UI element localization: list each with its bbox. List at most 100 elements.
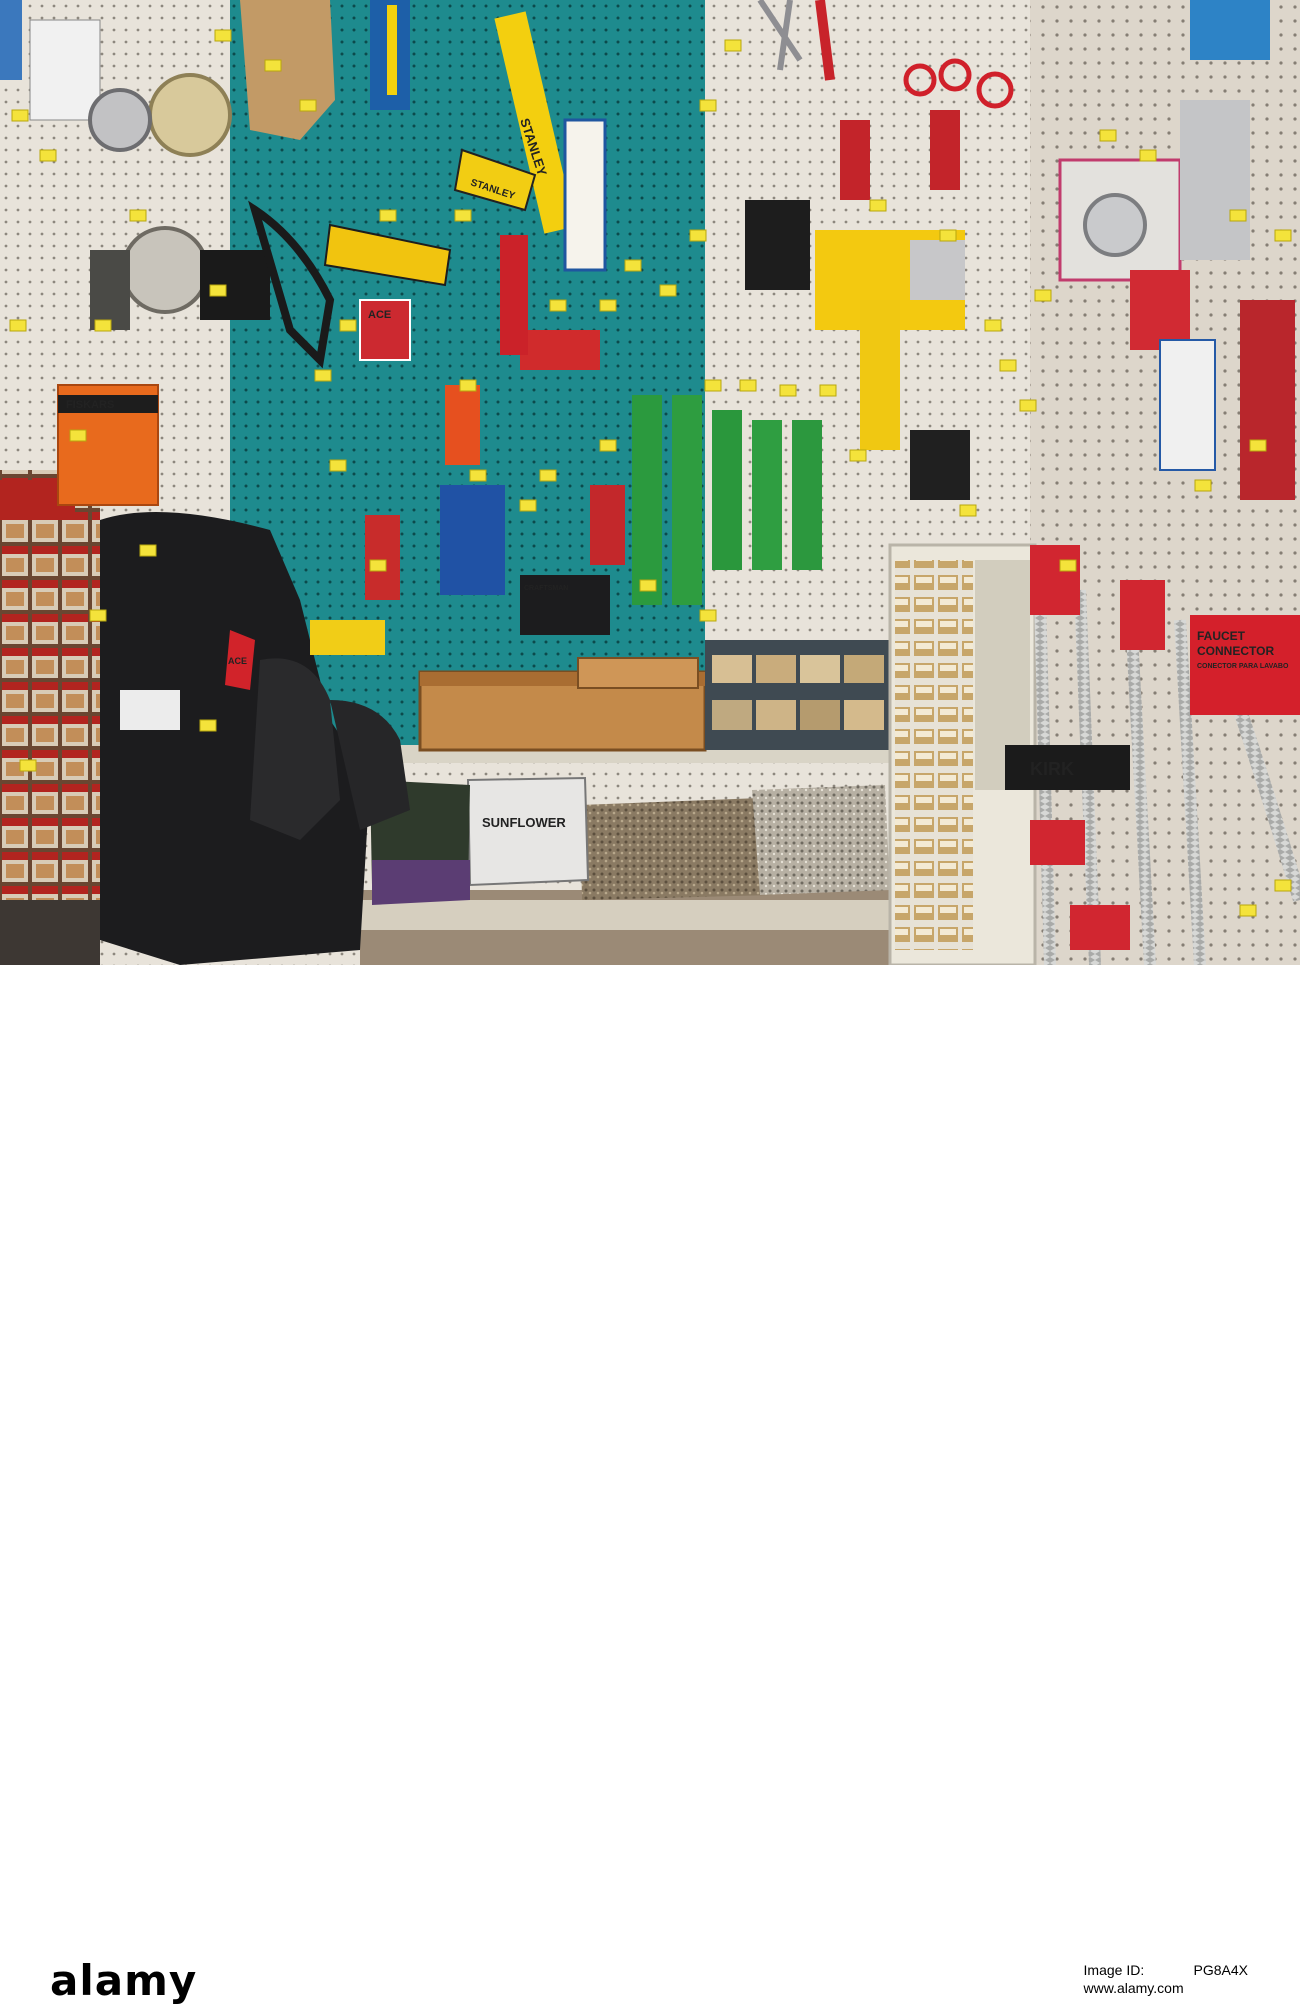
price-tag [469, 469, 487, 482]
blister-package [29, 19, 101, 121]
price-tag [1274, 229, 1292, 242]
faucet-label-1: FAUCET [1197, 629, 1246, 643]
red-file-package [500, 235, 528, 355]
price-tag [69, 429, 87, 442]
tool-bag-tag [120, 690, 180, 730]
red-screwdriver-package [590, 485, 625, 565]
sunflower-seed-bag [466, 776, 590, 887]
parts-bin [844, 655, 884, 683]
craftsman-label: CRAFTSMAN [524, 585, 568, 592]
price-tag [1249, 439, 1267, 452]
red-pliers-package [840, 120, 870, 200]
green-package-column [712, 410, 742, 570]
price-tag [199, 719, 217, 732]
blue-blade-packages [440, 485, 505, 595]
faucet-label-3: CONECTOR PARA LAVABO [1197, 663, 1289, 670]
price-tag [699, 609, 717, 622]
red-hose-tag [1120, 580, 1165, 650]
price-tag [869, 199, 887, 212]
watermark-footer: alamy Image ID: PG8A4X www.alamy.com [0, 965, 1300, 2002]
price-tag [599, 299, 617, 312]
alamy-logo: alamy [50, 1956, 198, 2005]
price-tag [819, 384, 837, 397]
red-package [365, 515, 400, 600]
price-tag [209, 284, 227, 297]
drawer-cabinet-bins [895, 560, 973, 950]
price-tag [379, 209, 397, 222]
price-tag [704, 379, 722, 392]
price-tag [1239, 904, 1257, 917]
seed-bag [580, 798, 772, 900]
purple-seed-bag [372, 860, 470, 905]
red-miter-saw-package [520, 330, 600, 370]
wire-wheel-brush [148, 73, 232, 157]
price-tag [329, 459, 347, 472]
red-plumbing-package [1130, 270, 1190, 350]
price-tag [129, 209, 147, 222]
price-tag [11, 109, 29, 122]
price-tag [1099, 129, 1117, 142]
price-tag [459, 379, 477, 392]
red-pliers-package [930, 110, 960, 190]
green-package-column [632, 395, 662, 605]
black-file-set [745, 200, 810, 290]
red-hose-tag [1030, 545, 1080, 615]
parts-bin [756, 655, 796, 683]
black-ratchet-package [910, 430, 970, 500]
yellow-package-column [860, 300, 900, 450]
ace-bag-label: ACE [228, 656, 247, 666]
chrome-fittings [1180, 100, 1250, 260]
price-tag [1059, 559, 1077, 572]
image-id-label: Image ID: [1083, 1962, 1145, 1978]
price-tag [984, 319, 1002, 332]
green-package-column [672, 395, 702, 605]
price-tag [39, 149, 57, 162]
price-tag [939, 229, 957, 242]
price-tag [689, 229, 707, 242]
price-tag [9, 319, 27, 332]
price-tag [549, 299, 567, 312]
craftsman-screwdriver-set [520, 575, 610, 635]
parts-bin [844, 700, 884, 730]
price-tag [1229, 209, 1247, 222]
cup-brush [121, 226, 209, 314]
wooden-box-small [577, 657, 699, 689]
drain-stopper [1083, 193, 1147, 257]
fiskars-label: FISKARS [66, 399, 114, 411]
price-tag [339, 319, 357, 332]
price-tag [699, 99, 717, 112]
price-tag [214, 29, 232, 42]
bottom-shelf [360, 900, 900, 930]
price-tag [539, 469, 557, 482]
seed-bag-light [752, 785, 890, 895]
yellow-box [310, 620, 385, 655]
price-tag [89, 609, 107, 622]
photo-canvas: SUNFLOWER ACE FISKARS STANLEY STANLEY AC… [0, 0, 1300, 965]
toilet-flapper-package [1159, 339, 1216, 471]
price-tag [659, 284, 677, 297]
price-tag [1139, 149, 1157, 162]
image-id-block: Image ID: PG8A4X www.alamy.com [1084, 1961, 1248, 1997]
price-tag [19, 759, 37, 772]
hacksaw-blade-package [563, 118, 607, 272]
hardware-store-photo: SUNFLOWER ACE FISKARS STANLEY STANLEY AC… [0, 0, 1300, 965]
price-tag [264, 59, 282, 72]
green-package-column [752, 420, 782, 570]
parts-bin [800, 700, 840, 730]
blue-package [0, 0, 22, 80]
parts-bin [800, 655, 840, 683]
price-tag [724, 39, 742, 52]
silver-package [910, 240, 965, 300]
price-tag [299, 99, 317, 112]
image-id-value: PG8A4X [1193, 1962, 1248, 1978]
faucet-label-2: CONNECTOR [1197, 644, 1274, 658]
price-tag [1019, 399, 1037, 412]
price-tag [94, 319, 112, 332]
blue-plumbing-package [1190, 0, 1270, 60]
price-tag [1034, 289, 1052, 302]
price-tag [639, 579, 657, 592]
price-tag [314, 369, 332, 382]
red-hose-tag [1070, 905, 1130, 950]
price-tag [369, 559, 387, 572]
price-tag [624, 259, 642, 272]
